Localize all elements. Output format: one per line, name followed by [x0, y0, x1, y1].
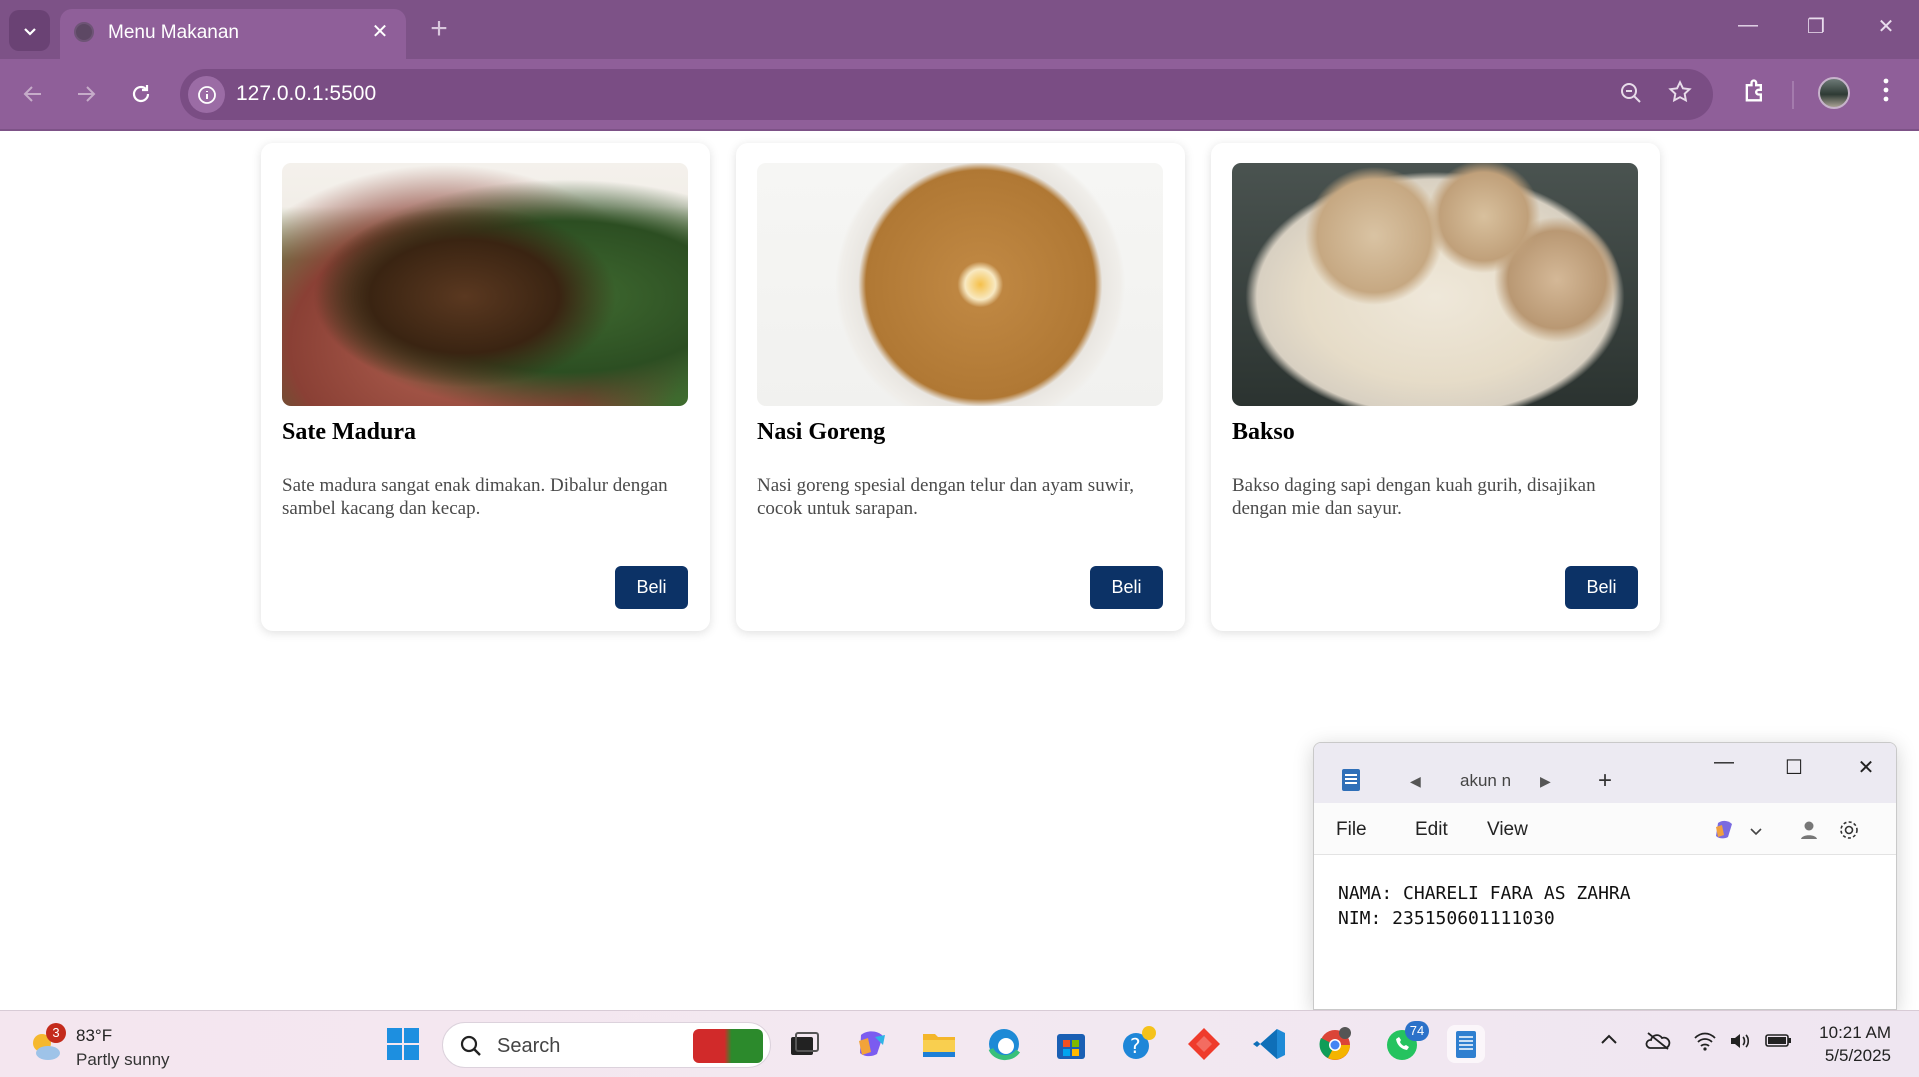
minimize-icon[interactable]: —	[1733, 14, 1763, 37]
menu-item-description: Nasi goreng spesial dengan telur dan aya…	[757, 475, 1135, 519]
address-bar[interactable]: 127.0.0.1:5500	[180, 69, 1713, 120]
windows-taskbar: 3 83°F Partly sunny Search ? 74 10:21 AM…	[0, 1010, 1919, 1077]
url-text[interactable]: 127.0.0.1:5500	[236, 82, 376, 106]
browser-tab[interactable]: Menu Makanan ✕	[60, 9, 406, 59]
new-tab-button[interactable]: +	[424, 12, 454, 46]
tab-scroll-right-icon[interactable]: ▶	[1540, 773, 1551, 790]
profile-avatar[interactable]	[1818, 77, 1850, 109]
account-icon[interactable]	[1800, 820, 1818, 840]
onedrive-icon[interactable]	[1645, 1031, 1671, 1056]
menu-item-description: Bakso daging sapi dengan kuah gurih, dis…	[1232, 475, 1596, 519]
menu-item-description: Sate madura sangat enak dimakan. Dibalur…	[282, 475, 668, 519]
microsoft-store-icon[interactable]	[1052, 1025, 1090, 1063]
menu-card-nasi-goreng: Nasi Goreng Nasi goreng spesial dengan t…	[736, 143, 1185, 631]
nasi-goreng-image	[757, 163, 1163, 406]
search-icon	[460, 1035, 481, 1056]
chevron-down-icon[interactable]	[1750, 827, 1762, 837]
buy-button[interactable]: Beli	[615, 566, 688, 609]
buy-button[interactable]: Beli	[1565, 566, 1638, 609]
show-hidden-icons[interactable]	[1600, 1031, 1618, 1054]
menu-item-name: Nasi Goreng	[757, 419, 886, 445]
notepad-title-bar: ◀ akun n ▶ + — ☐ ✕	[1314, 743, 1896, 803]
menu-item-name: Bakso	[1232, 419, 1295, 445]
tab-scroll-left-icon[interactable]: ◀	[1410, 773, 1421, 790]
browser-tab-strip: Menu Makanan ✕ + — ❐ ✕	[0, 0, 1919, 59]
chevron-down-icon	[23, 27, 36, 36]
vscode-icon[interactable]	[1250, 1025, 1288, 1063]
copilot-icon[interactable]	[1712, 819, 1736, 841]
browser-toolbar: 127.0.0.1:5500	[0, 59, 1919, 131]
extensions-icon[interactable]	[1741, 77, 1769, 110]
menu-item-name: Sate Madura	[282, 419, 416, 445]
weather-notification-badge: 3	[46, 1023, 66, 1043]
site-info-icon[interactable]	[188, 76, 225, 113]
search-highlight-image	[693, 1029, 763, 1063]
file-explorer-icon[interactable]	[920, 1025, 958, 1063]
start-windows-icon[interactable]	[384, 1025, 422, 1063]
close-tab-icon[interactable]: ✕	[368, 19, 392, 44]
close-window-icon[interactable]: ✕	[1871, 14, 1901, 39]
notepad-new-tab-button[interactable]: +	[1598, 767, 1612, 795]
restore-icon[interactable]: ❐	[1801, 14, 1831, 39]
notepad-tab[interactable]: akun n	[1460, 771, 1511, 791]
anydesk-icon[interactable]	[1185, 1025, 1223, 1063]
svg-text:?: ?	[1130, 1034, 1141, 1058]
clock-time: 10:21 AM	[1819, 1023, 1891, 1042]
buy-button[interactable]: Beli	[1090, 566, 1163, 609]
sate-madura-image	[282, 163, 688, 406]
notepad-text-area[interactable]: NAMA: CHARELI FARA AS ZAHRA NIM: 23515060…	[1338, 881, 1631, 931]
reload-icon[interactable]	[125, 78, 157, 110]
chrome-icon[interactable]	[1316, 1025, 1354, 1063]
help-icon[interactable]: ?	[1119, 1025, 1157, 1063]
notepad-taskbar-icon[interactable]	[1447, 1025, 1485, 1063]
search-label: Search	[497, 1035, 561, 1057]
menu-file[interactable]: File	[1336, 819, 1367, 841]
zoom-icon[interactable]	[1619, 81, 1643, 110]
edge-browser-icon[interactable]	[985, 1025, 1023, 1063]
whatsapp-icon[interactable]: 74	[1383, 1021, 1429, 1063]
bookmark-star-icon[interactable]	[1667, 79, 1693, 110]
volume-icon[interactable]	[1728, 1031, 1752, 1056]
settings-gear-icon[interactable]	[1838, 819, 1860, 841]
task-view-icon[interactable]	[785, 1025, 823, 1063]
menu-card-sate-madura: Sate Madura Sate madura sangat enak dima…	[261, 143, 710, 631]
tab-title: Menu Makanan	[108, 22, 239, 43]
notepad-app-icon	[1342, 769, 1360, 791]
tab-search-button[interactable]	[9, 10, 50, 51]
wifi-icon[interactable]	[1693, 1031, 1717, 1056]
menu-card-bakso: Bakso Bakso daging sapi dengan kuah guri…	[1211, 143, 1660, 631]
notepad-line: NIM: 235150601111030	[1338, 908, 1555, 929]
forward-icon[interactable]	[70, 78, 102, 110]
battery-icon[interactable]	[1764, 1031, 1792, 1054]
clock-date: 5/5/2025	[1824, 1046, 1891, 1065]
bakso-image	[1232, 163, 1638, 406]
menu-edit[interactable]: Edit	[1415, 819, 1448, 841]
weather-temperature: 83°F	[76, 1026, 113, 1045]
globe-icon	[74, 22, 94, 42]
copilot-icon[interactable]	[853, 1025, 891, 1063]
back-icon[interactable]	[17, 78, 49, 110]
taskbar-search-box[interactable]: Search	[442, 1022, 771, 1068]
toolbar-divider	[1792, 81, 1794, 109]
menu-view[interactable]: View	[1487, 819, 1528, 841]
system-clock[interactable]: 10:21 AM 5/5/2025	[1819, 1021, 1891, 1067]
whatsapp-unread-badge: 74	[1405, 1021, 1429, 1041]
minimize-icon[interactable]: —	[1710, 751, 1738, 774]
more-menu-icon[interactable]	[1880, 75, 1892, 110]
notepad-window: ◀ akun n ▶ + — ☐ ✕ File Edit View NAMA: …	[1313, 742, 1897, 1010]
maximize-icon[interactable]: ☐	[1780, 755, 1808, 780]
weather-condition: Partly sunny	[76, 1050, 170, 1069]
close-window-icon[interactable]: ✕	[1852, 755, 1880, 780]
notepad-menu-bar: File Edit View	[1314, 803, 1896, 855]
notepad-line: NAMA: CHARELI FARA AS ZAHRA	[1338, 883, 1631, 904]
